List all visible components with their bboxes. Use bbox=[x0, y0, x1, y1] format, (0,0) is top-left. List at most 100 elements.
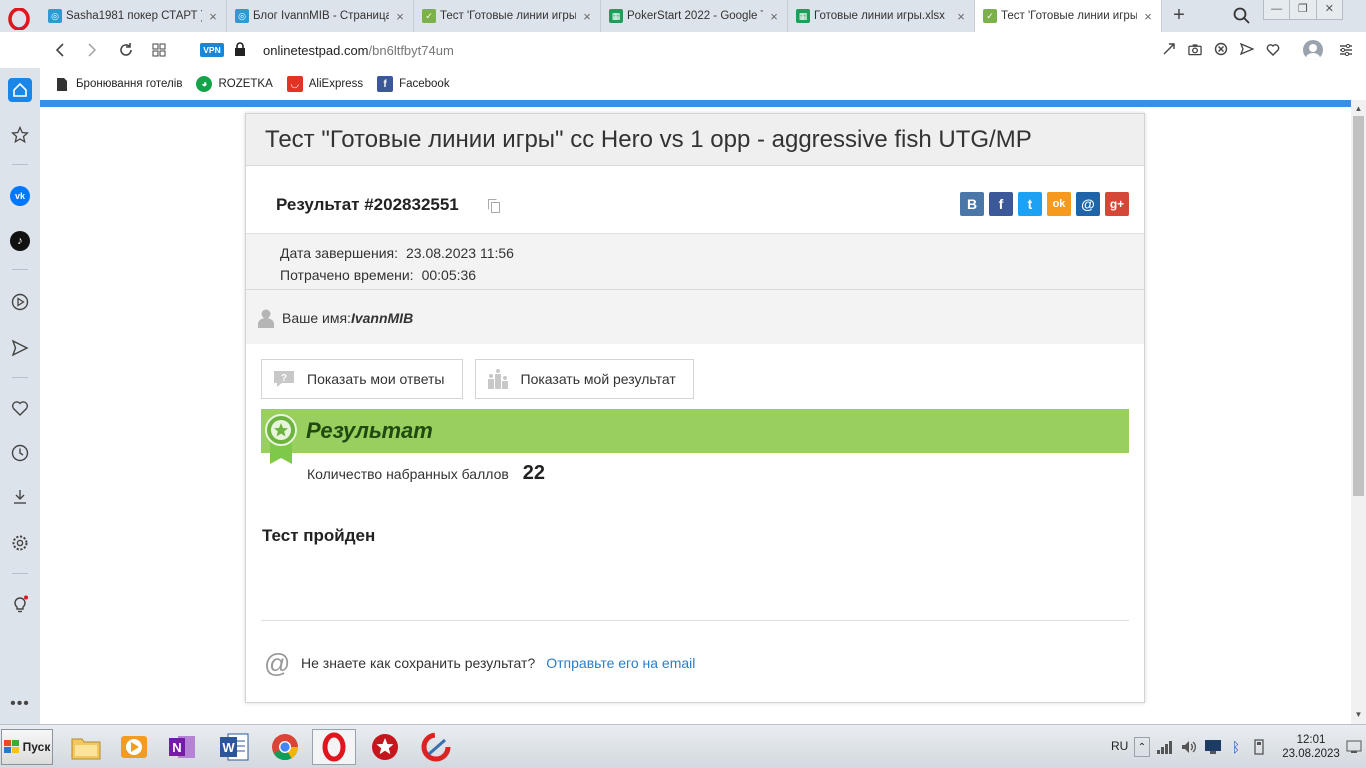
player-icon[interactable] bbox=[8, 290, 32, 314]
vpn-badge[interactable]: VPN bbox=[200, 43, 224, 57]
scroll-down-icon[interactable]: ▼ bbox=[1354, 710, 1363, 719]
adblock-icon[interactable] bbox=[1214, 41, 1228, 57]
onlinetestpad-icon: ✓ bbox=[983, 9, 997, 23]
copy-icon[interactable] bbox=[488, 199, 500, 213]
poker-globe-icon: ◎ bbox=[48, 9, 62, 23]
minimize-icon[interactable]: — bbox=[1264, 0, 1291, 19]
start-button[interactable]: Пуск bbox=[1, 729, 53, 765]
result-card: Тест "Готовые линии игры" cc Hero vs 1 o… bbox=[245, 113, 1145, 703]
onenote-icon[interactable]: N bbox=[160, 729, 204, 765]
opera-logo-icon[interactable] bbox=[8, 8, 30, 30]
chrome-icon[interactable] bbox=[263, 729, 307, 765]
usb-device-icon[interactable] bbox=[1250, 737, 1268, 757]
send-icon[interactable] bbox=[1240, 41, 1254, 57]
media-player-icon[interactable] bbox=[112, 729, 156, 765]
show-hidden-icons-icon[interactable]: ⌃ bbox=[1134, 737, 1150, 757]
tab-search-icon[interactable] bbox=[1232, 6, 1252, 26]
time-spent: 00:05:36 bbox=[421, 267, 477, 283]
back-icon[interactable] bbox=[50, 40, 70, 60]
heart-icon[interactable] bbox=[1266, 41, 1280, 57]
page-scrollbar[interactable]: ▲ ▼ bbox=[1351, 100, 1366, 724]
close-tab-icon[interactable]: × bbox=[393, 9, 407, 24]
at-sign-icon: @ bbox=[264, 648, 291, 678]
vk-icon[interactable]: В bbox=[960, 192, 984, 216]
facebook-icon[interactable]: f bbox=[989, 192, 1013, 216]
monitor-tray-icon[interactable] bbox=[1204, 737, 1222, 757]
googleplus-icon[interactable]: g+ bbox=[1105, 192, 1129, 216]
scrollbar-thumb[interactable] bbox=[1353, 116, 1364, 496]
result-header: Результат #202832551 В f t ok @ g+ bbox=[246, 166, 1144, 234]
bluetooth-icon[interactable]: ᛒ bbox=[1228, 737, 1244, 757]
close-tab-icon[interactable]: × bbox=[206, 9, 220, 24]
tabs-grid-icon[interactable] bbox=[149, 40, 169, 60]
easy-setup-icon[interactable] bbox=[1338, 42, 1354, 58]
address-actions bbox=[1162, 41, 1280, 57]
award-badge-icon bbox=[265, 414, 297, 464]
restore-icon[interactable]: ❐ bbox=[1290, 0, 1317, 19]
tab[interactable]: ✓ Тест 'Готовые линии игры × bbox=[414, 0, 601, 32]
question-bubble-icon: ? bbox=[272, 368, 296, 390]
scroll-up-icon[interactable]: ▲ bbox=[1354, 104, 1363, 113]
home-icon[interactable] bbox=[8, 78, 32, 102]
forward-icon[interactable] bbox=[82, 40, 102, 60]
tiktok-icon[interactable]: ♪ bbox=[8, 229, 32, 253]
file-explorer-icon[interactable] bbox=[64, 729, 108, 765]
close-tab-icon[interactable]: × bbox=[767, 9, 781, 24]
show-answers-button[interactable]: ? Показать мои ответы bbox=[261, 359, 463, 399]
mailru-icon[interactable]: @ bbox=[1076, 192, 1100, 216]
opera-taskbar-icon[interactable] bbox=[312, 729, 356, 765]
bookmark-item[interactable]: Бронювання готелів bbox=[54, 76, 182, 92]
word-icon[interactable]: W bbox=[212, 729, 256, 765]
language-indicator[interactable]: RU bbox=[1111, 739, 1128, 753]
history-clock-icon[interactable] bbox=[8, 441, 32, 465]
bookmark-item[interactable]: ◡ AliExpress bbox=[286, 76, 363, 92]
bookmark-item[interactable]: f Facebook bbox=[377, 76, 450, 92]
aliexpress-icon: ◡ bbox=[286, 76, 303, 92]
tab[interactable]: ◎ Sasha1981 покер СТАРТ ) × bbox=[40, 0, 227, 32]
svg-text:?: ? bbox=[281, 373, 287, 384]
close-tab-icon[interactable]: × bbox=[580, 9, 594, 24]
show-result-button[interactable]: Показать мой результат bbox=[474, 359, 694, 399]
close-window-icon[interactable]: ✕ bbox=[1317, 0, 1342, 19]
opera-sidebar: vk ♪ ••• bbox=[0, 68, 40, 724]
pokerstars-icon[interactable] bbox=[363, 729, 407, 765]
heart-icon[interactable] bbox=[8, 396, 32, 420]
lock-icon[interactable] bbox=[234, 42, 246, 56]
profile-avatar-icon[interactable] bbox=[1303, 40, 1323, 60]
settings-gear-icon[interactable] bbox=[8, 531, 32, 555]
odnoklassniki-icon[interactable]: ok bbox=[1047, 192, 1071, 216]
ccleaner-icon[interactable] bbox=[414, 729, 458, 765]
volume-icon[interactable] bbox=[1180, 737, 1198, 757]
reload-icon[interactable] bbox=[116, 40, 136, 60]
lightbulb-tips-icon[interactable] bbox=[8, 592, 32, 616]
close-tab-icon[interactable]: × bbox=[1141, 9, 1155, 24]
score-row: Количество набранных баллов 22 bbox=[307, 462, 546, 484]
result-meta: Дата завершения: 23.08.2023 11:56 Потраче… bbox=[246, 234, 1144, 290]
network-signal-icon[interactable] bbox=[1156, 737, 1174, 757]
share-buttons: В f t ok @ g+ bbox=[960, 192, 1129, 216]
tab[interactable]: ▦ PokerStart 2022 - Google T × bbox=[601, 0, 788, 32]
show-desktop-icon[interactable] bbox=[1346, 739, 1362, 755]
user-icon bbox=[258, 309, 274, 328]
system-clock[interactable]: 12:01 23.08.2023 bbox=[1280, 733, 1342, 761]
snapshot-camera-icon[interactable] bbox=[1188, 41, 1202, 57]
bookmark-item[interactable]: ◕ ROZETKA bbox=[196, 76, 273, 92]
vk-icon[interactable]: vk bbox=[8, 184, 32, 208]
poker-globe-icon: ◎ bbox=[235, 9, 249, 23]
star-icon[interactable] bbox=[8, 123, 32, 147]
twitter-icon[interactable]: t bbox=[1018, 192, 1042, 216]
address-bar: VPN onlinetestpad.com/bn6ltfbyt74um bbox=[40, 32, 1366, 68]
tab[interactable]: ▦ Готовые линии игры.xlsx × bbox=[788, 0, 975, 32]
email-save-row: @ Не знаете как сохранить результат? Отп… bbox=[264, 648, 696, 678]
more-icon[interactable]: ••• bbox=[8, 692, 32, 716]
tab[interactable]: ◎ Блог IvannMIB - Страница × bbox=[227, 0, 414, 32]
share-page-icon[interactable] bbox=[1162, 41, 1176, 57]
new-tab-button[interactable]: + bbox=[1168, 4, 1190, 26]
downloads-icon[interactable] bbox=[8, 485, 32, 509]
clock-date: 23.08.2023 bbox=[1282, 748, 1340, 760]
tab-active[interactable]: ✓ Тест 'Готовые линии игры × bbox=[975, 0, 1162, 32]
send-icon[interactable] bbox=[8, 336, 32, 360]
send-email-link[interactable]: Отправьте его на email bbox=[546, 655, 695, 671]
url-field[interactable]: onlinetestpad.com/bn6ltfbyt74um bbox=[263, 43, 454, 58]
close-tab-icon[interactable]: × bbox=[954, 9, 968, 24]
